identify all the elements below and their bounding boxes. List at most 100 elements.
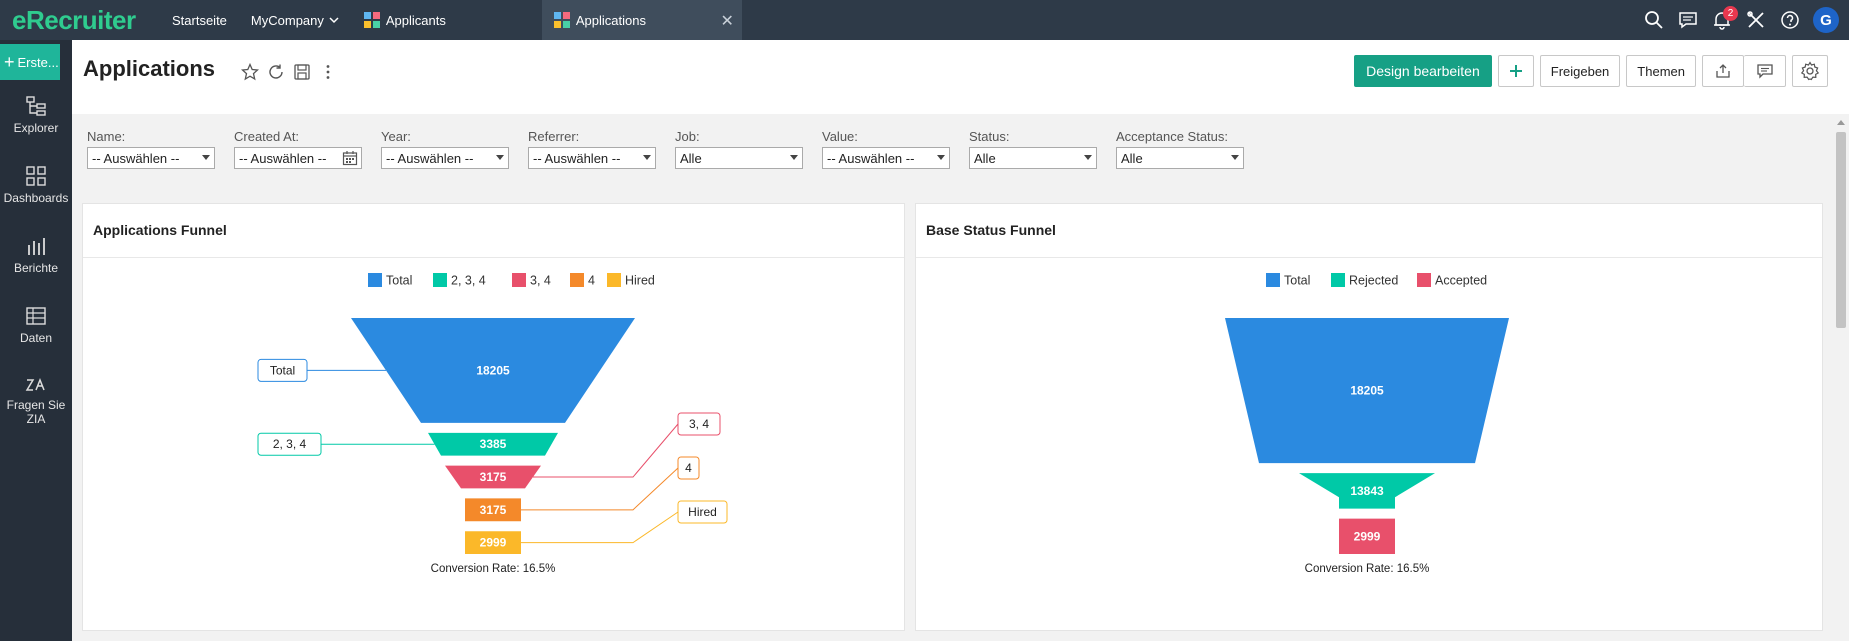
- legend-label: Total: [386, 274, 412, 288]
- save-icon[interactable]: [289, 59, 315, 85]
- sidebar-item-data[interactable]: Daten: [0, 290, 72, 360]
- callout-4: 4: [521, 456, 700, 511]
- sidebar-item-dashboards[interactable]: Dashboards: [0, 150, 72, 220]
- legend-item-total[interactable]: Total: [1266, 273, 1310, 288]
- base-status-funnel-panel: Base Status Funnel Total Rejected Accepted…: [915, 203, 1823, 631]
- plus-icon: +: [4, 51, 15, 72]
- comments-icon[interactable]: [1673, 5, 1703, 35]
- funnel-segment-rejected[interactable]: 13843: [1299, 473, 1435, 509]
- panel-title: Base Status Funnel: [926, 222, 1056, 238]
- scroll-up-icon[interactable]: [1837, 120, 1845, 125]
- sidebar-item-explorer[interactable]: Explorer: [0, 80, 72, 150]
- create-button[interactable]: + Erste...: [0, 44, 60, 80]
- settings-button[interactable]: [1792, 55, 1828, 87]
- filter-label: Name:: [87, 129, 126, 144]
- funnel-value-label: 3175: [480, 470, 507, 484]
- comment-button[interactable]: [1744, 55, 1786, 87]
- funnel-segment-total[interactable]: 18205: [1225, 318, 1509, 464]
- referrer-select[interactable]: -- Auswählen --: [528, 147, 656, 169]
- legend-item-accepted[interactable]: Accepted: [1417, 273, 1487, 288]
- filter-label: Created At:: [234, 129, 300, 144]
- filter-acceptance-status: Acceptance Status: Alle: [1116, 129, 1244, 169]
- funnel-segment-2-3-4[interactable]: 3385: [428, 432, 558, 456]
- edit-design-button[interactable]: Design bearbeiten: [1354, 55, 1492, 87]
- callout-line: [533, 423, 679, 478]
- acceptance-status-select[interactable]: Alle: [1116, 147, 1244, 169]
- year-select[interactable]: -- Auswählen --: [381, 147, 509, 169]
- callout-line: [521, 511, 679, 544]
- legend-item-rejected[interactable]: Rejected: [1331, 273, 1398, 288]
- add-button[interactable]: [1497, 55, 1534, 87]
- refresh-icon[interactable]: [263, 59, 289, 85]
- data-table-icon: [26, 307, 46, 325]
- funnel-segment-4[interactable]: 3175: [465, 498, 521, 522]
- user-avatar[interactable]: G: [1813, 7, 1839, 33]
- tab-applications[interactable]: Applications ✕: [541, 0, 742, 40]
- scrollbar-thumb[interactable]: [1836, 132, 1846, 328]
- legend-item-4[interactable]: 4: [570, 273, 595, 288]
- star-icon[interactable]: [237, 59, 263, 85]
- sidebar: + Erste... Explorer Dashboards Berichte …: [0, 40, 72, 641]
- legend-item-hired[interactable]: Hired: [607, 273, 655, 288]
- callout-label: Hired: [688, 505, 717, 519]
- legend-label: Rejected: [1349, 274, 1398, 288]
- nav-company-dropdown[interactable]: MyCompany: [239, 0, 352, 40]
- filter-label: Acceptance Status:: [1116, 129, 1229, 144]
- tab-label: Applicants: [385, 12, 446, 28]
- legend-item-2-3-4[interactable]: 2, 3, 4: [433, 273, 486, 288]
- more-options-icon[interactable]: [315, 59, 341, 85]
- funnel-segment-3-4[interactable]: 3175: [445, 465, 541, 489]
- page-header: Applications Design bearbeiten Freigeben…: [72, 40, 1849, 114]
- sidebar-item-zia[interactable]: Fragen Sie ZIA: [0, 360, 72, 442]
- select-value: Alle: [680, 150, 702, 166]
- search-icon[interactable]: [1639, 5, 1669, 35]
- funnel-value-label: 2999: [1354, 529, 1381, 543]
- callout-label: 2, 3, 4: [273, 437, 307, 451]
- status-select[interactable]: Alle: [969, 147, 1097, 169]
- help-icon[interactable]: [1775, 5, 1805, 35]
- callout-label: Total: [270, 363, 295, 377]
- app-logo[interactable]: eRecruiter: [0, 5, 160, 36]
- sidebar-item-label: Fragen Sie ZIA: [6, 398, 66, 426]
- notifications-icon[interactable]: 2: [1707, 5, 1738, 35]
- filter-label: Referrer:: [528, 129, 580, 144]
- legend-item-3-4[interactable]: 3, 4: [512, 273, 551, 288]
- funnel-segment-hired[interactable]: 2999: [465, 531, 521, 554]
- funnel-value-label: 13843: [1350, 484, 1384, 498]
- filter-label: Job:: [675, 129, 700, 144]
- export-button[interactable]: [1702, 55, 1744, 87]
- vertical-scrollbar[interactable]: [1833, 114, 1849, 641]
- tab-applicants[interactable]: Applicants: [352, 0, 542, 40]
- callout-hired: Hired: [521, 500, 728, 544]
- created-at-picker[interactable]: -- Auswählen --: [234, 147, 362, 169]
- funnel-segment-total[interactable]: 18205: [351, 318, 635, 423]
- export-icon: [1716, 64, 1730, 78]
- tools-icon[interactable]: [1741, 5, 1771, 35]
- name-select[interactable]: -- Auswählen --: [87, 147, 215, 169]
- value-select[interactable]: -- Auswählen --: [822, 147, 950, 169]
- legend-item-total[interactable]: Total: [368, 273, 412, 288]
- chevron-down-icon: [329, 17, 339, 24]
- select-value: -- Auswählen --: [827, 150, 915, 166]
- dropdown-arrow-icon: [937, 155, 945, 160]
- funnel-segment-accepted[interactable]: 2999: [1339, 518, 1395, 554]
- calendar-icon[interactable]: [342, 150, 358, 166]
- share-button[interactable]: Freigeben: [1539, 55, 1621, 87]
- sidebar-item-reports[interactable]: Berichte: [0, 220, 72, 290]
- filter-created-at: Created At: -- Auswählen --: [234, 129, 362, 169]
- legend-label: 3, 4: [530, 274, 551, 288]
- sidebar-item-label: Daten: [19, 331, 53, 345]
- callout-line: [521, 467, 679, 511]
- top-bar: eRecruiter Startseite MyCompany Applican…: [0, 0, 1849, 40]
- nav-home-link[interactable]: Startseite: [160, 0, 239, 40]
- company-label: MyCompany: [250, 12, 324, 28]
- job-select[interactable]: Alle: [675, 147, 803, 169]
- funnel-value-label: 2999: [480, 536, 507, 550]
- sidebar-item-label: Dashboards: [3, 191, 69, 205]
- callout-label: 3, 4: [689, 417, 709, 431]
- close-icon[interactable]: ✕: [720, 11, 733, 31]
- themes-button[interactable]: Themen: [1626, 55, 1696, 87]
- panel-title: Applications Funnel: [93, 222, 227, 238]
- funnel-value-label: 18205: [1350, 384, 1384, 398]
- legend-swatch: [1331, 273, 1345, 287]
